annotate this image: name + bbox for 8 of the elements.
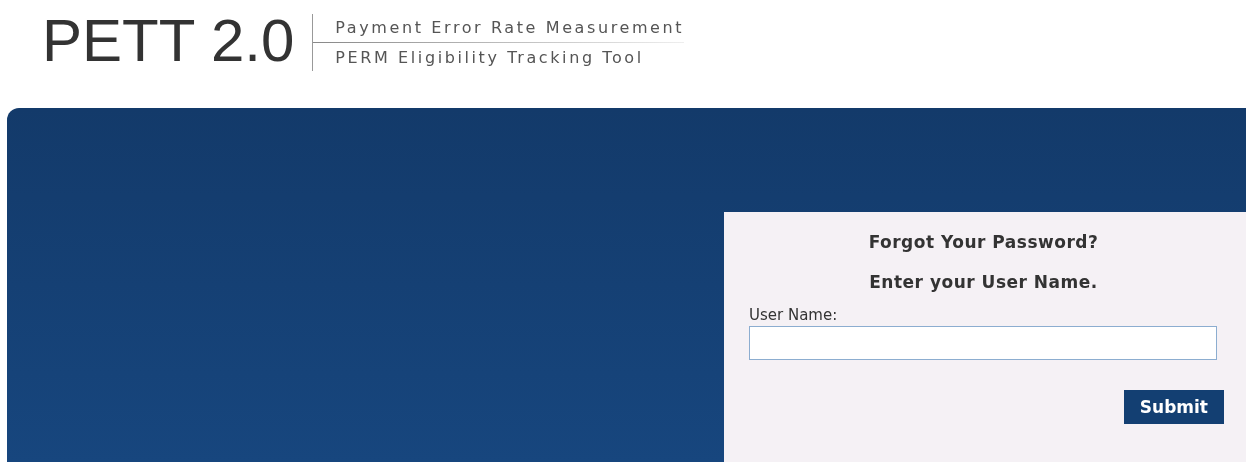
logo: PETT 2.0 [42,8,295,74]
user-name-field[interactable] [749,326,1217,360]
submit-button[interactable]: Submit [1123,390,1224,424]
instruction-text: Enter your User Name. [869,272,1098,292]
form-title: Forgot Your Password? [868,232,1099,252]
field-label: User Name: [749,306,838,324]
tagline: PERM Eligibility Tracking Tool [334,47,645,69]
tagline: Payment Error Rate Measurement [334,17,685,39]
